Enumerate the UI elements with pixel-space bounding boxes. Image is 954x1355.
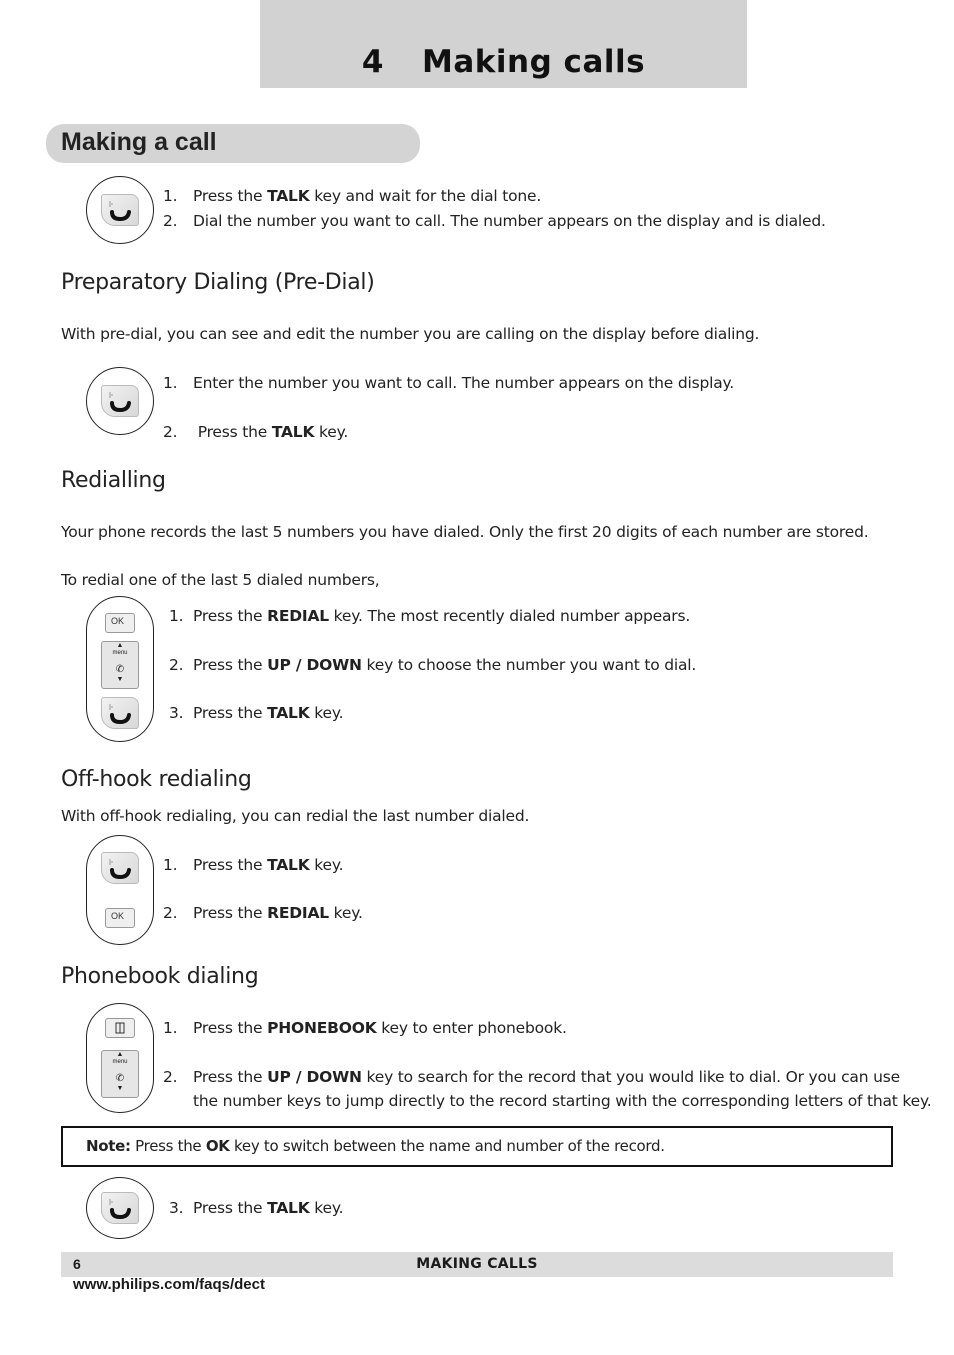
predial-heading: Preparatory Dialing (Pre-Dial)	[61, 270, 375, 295]
making-call-step-2: 2. Dial the number you want to call. The …	[163, 212, 826, 230]
offhook-step-1: 1. Press the TALK key.	[163, 856, 344, 874]
chapter-title: 4 Making calls	[260, 44, 747, 80]
predial-step-2: 2. Press the TALK key.	[163, 423, 349, 441]
redialling-step-2: 2. Press the UP / DOWN key to choose the …	[169, 656, 697, 674]
nav-menu-key-icon: ▲ menu ✆ ▼	[101, 641, 139, 689]
chapter-title-text: Making calls	[422, 44, 646, 80]
offhook-heading: Off-hook redialing	[61, 767, 252, 792]
talk-key-icon	[101, 697, 139, 729]
redial-key-icon: OK	[105, 613, 135, 633]
redialling-heading: Redialling	[61, 468, 166, 493]
talk-key-illustration	[86, 1177, 154, 1239]
redial-key-icon: OK	[105, 908, 135, 928]
redialling-step-3: 3. Press the TALK key.	[169, 704, 344, 722]
redialling-step-1: 1. Press the REDIAL key. The most recentl…	[169, 607, 691, 625]
note-label: Note:	[86, 1137, 131, 1155]
phonebook-step-3: 3. Press the TALK key.	[169, 1199, 344, 1217]
making-call-step-1: 1. Press the TALK key and wait for the di…	[163, 187, 542, 205]
talk-key-icon	[101, 194, 139, 226]
phonebook-keys-illustration: ▲ menu ✆ ▼	[86, 1003, 154, 1113]
footer-url-link[interactable]: www.philips.com/faqs/dect	[73, 1276, 265, 1293]
predial-intro: With pre-dial, you can see and edit the …	[61, 325, 760, 343]
redial-keys-illustration: OK ▲ menu ✆ ▼	[86, 596, 154, 742]
talk-key-icon	[101, 385, 139, 417]
talk-key-icon	[101, 852, 139, 884]
talk-key-illustration	[86, 367, 154, 435]
predial-step-1: 1. Enter the number you want to call. The…	[163, 374, 735, 392]
phonebook-heading: Phonebook dialing	[61, 964, 259, 989]
phonebook-step-2: 2. Press the UP / DOWN key to search for …	[163, 1068, 900, 1086]
phonebook-step-1: 1. Press the PHONEBOOK key to enter phone…	[163, 1019, 567, 1037]
offhook-step-2: 2. Press the REDIAL key.	[163, 904, 363, 922]
offhook-keys-illustration: OK	[86, 835, 154, 945]
offhook-intro: With off-hook redialing, you can redial …	[61, 807, 530, 825]
chapter-number: 4	[361, 44, 384, 80]
redialling-intro: Your phone records the last 5 numbers yo…	[61, 523, 869, 541]
nav-menu-key-icon: ▲ menu ✆ ▼	[101, 1050, 139, 1098]
talk-key-illustration	[86, 176, 154, 244]
section-title: Making a call	[61, 128, 217, 156]
note-text: Note: Press the OK key to switch between…	[86, 1137, 665, 1155]
phonebook-key-icon	[105, 1018, 135, 1038]
redialling-lead: To redial one of the last 5 dialed numbe…	[61, 571, 380, 589]
footer-title: MAKING CALLS	[416, 1256, 538, 1272]
phonebook-step-2-line2: the number keys to jump directly to the …	[193, 1092, 932, 1110]
talk-key-icon	[101, 1192, 139, 1224]
